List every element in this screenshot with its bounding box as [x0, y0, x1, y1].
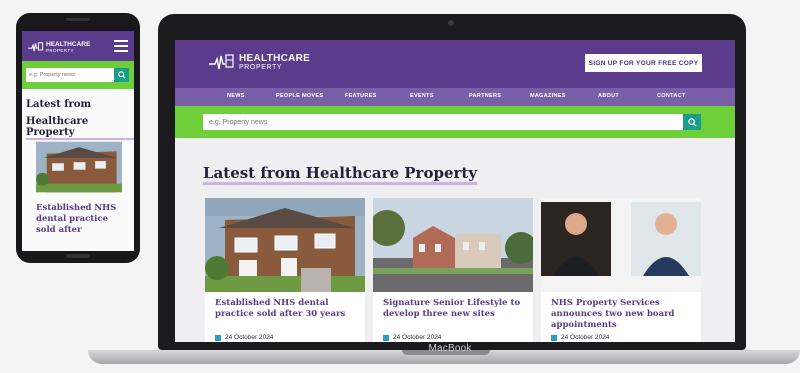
mobile-search-bar: [22, 61, 134, 89]
search-input[interactable]: [203, 114, 683, 130]
mobile-heading-line1: Latest from: [26, 99, 92, 110]
news-card[interactable]: Signature Senior Lifestyle to develop th…: [373, 198, 533, 342]
mobile-card-image[interactable]: [36, 135, 122, 199]
mobile-search-input[interactable]: [26, 68, 114, 82]
mobile-header: HEALTHCARE PROPERTY: [22, 31, 134, 61]
nav-news[interactable]: NEWS: [227, 93, 245, 99]
card-image-development[interactable]: [373, 198, 533, 292]
mobile-logo-line2: PROPERTY: [46, 48, 74, 53]
latest-heading: Latest from Healthcare Property: [203, 164, 478, 185]
mobile-logo[interactable]: HEALTHCARE PROPERTY: [28, 41, 90, 53]
site-header: HEALTHCARE PROPERTY SIGN UP FOR YOUR FRE…: [175, 40, 735, 88]
search-icon: [687, 117, 697, 127]
logo-line2: PROPERTY: [239, 63, 283, 71]
nav-features[interactable]: FEATURES: [345, 93, 377, 99]
phone-home-bar: [66, 254, 90, 258]
mobile-card-title[interactable]: Established NHS dental practice sold aft…: [36, 203, 130, 236]
calendar-icon: [215, 334, 221, 341]
card-image-portraits[interactable]: [541, 198, 701, 292]
card-image-house[interactable]: [205, 198, 365, 292]
news-card[interactable]: NHS Property Services announces two new …: [541, 198, 701, 342]
main-nav: NEWS PEOPLE MOVES FEATURES EVENTS PARTNE…: [175, 88, 735, 106]
card-title[interactable]: Established NHS dental practice sold aft…: [215, 298, 357, 320]
card-date-text: 24 October 2024: [225, 334, 274, 341]
card-date: 24 October 2024: [551, 334, 609, 341]
nav-partners[interactable]: PARTNERS: [469, 93, 501, 99]
mobile-logo-line1: HEALTHCARE: [46, 41, 91, 48]
search-bar: [175, 106, 735, 138]
card-title[interactable]: NHS Property Services announces two new …: [551, 298, 693, 331]
phone-screen: HEALTHCARE PROPERTY Latest from Healthca…: [22, 31, 134, 251]
heartbeat-logo-icon: [209, 54, 234, 70]
nav-events[interactable]: EVENTS: [410, 93, 434, 99]
nav-about[interactable]: ABOUT: [598, 93, 619, 99]
calendar-icon: [551, 334, 557, 341]
search-icon: [117, 71, 126, 79]
card-date: 24 October 2024: [215, 334, 273, 341]
card-date-text: 24 October 2024: [393, 334, 442, 341]
laptop-screen: HEALTHCARE PROPERTY SIGN UP FOR YOUR FRE…: [175, 40, 735, 342]
card-date: 24 October 2024: [383, 334, 441, 341]
nav-people-moves[interactable]: PEOPLE MOVES: [276, 93, 323, 99]
hamburger-menu-icon[interactable]: [114, 40, 128, 52]
mobile-search-button[interactable]: [114, 68, 129, 82]
site-logo[interactable]: HEALTHCARE PROPERTY: [209, 52, 310, 72]
search-button[interactable]: [683, 114, 701, 130]
camera-dot: [448, 20, 454, 26]
nav-magazines[interactable]: MAGAZINES: [530, 93, 566, 99]
heartbeat-logo-icon: [28, 42, 44, 52]
nav-contact[interactable]: CONTACT: [657, 93, 686, 99]
logo-line1: HEALTHCARE: [239, 52, 311, 64]
signup-button[interactable]: SIGN UP FOR YOUR FREE COPY: [585, 54, 702, 72]
laptop-brand-label: MacBook: [428, 343, 472, 354]
card-title[interactable]: Signature Senior Lifestyle to develop th…: [383, 298, 525, 320]
phone-speaker: [66, 18, 90, 21]
news-card[interactable]: Established NHS dental practice sold aft…: [205, 198, 365, 342]
card-date-text: 24 October 2024: [561, 334, 610, 341]
calendar-icon: [383, 334, 389, 341]
phone-frame: HEALTHCARE PROPERTY Latest from Healthca…: [16, 13, 140, 263]
